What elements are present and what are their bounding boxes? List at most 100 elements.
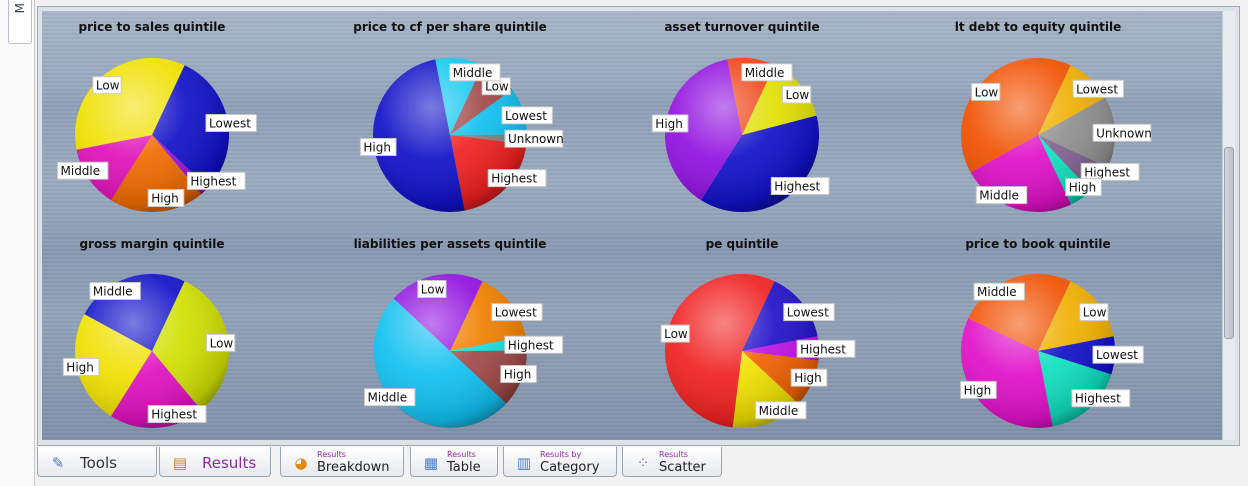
tab-results[interactable]: ▤ Results <box>159 447 271 477</box>
pie-title: asset turnover quintile <box>664 20 819 34</box>
tab-results-table[interactable]: ▦ Results Table <box>410 447 498 477</box>
tab-results-label: Results <box>202 454 257 472</box>
tab-category-small-label: Results by <box>540 450 582 459</box>
wrench-icon: ✎ <box>51 454 65 472</box>
pie-chart-8: price to book quintile Low Lowest Highest Hi… <box>960 237 1144 429</box>
slice-label: Middle <box>973 282 1025 301</box>
table-icon: ▦ <box>423 454 439 472</box>
slice-label-text: Lowest <box>1076 82 1118 96</box>
slice-label: Middle <box>449 63 501 82</box>
pie-chart-2: price to cf per share quintile Low Lowest U… <box>353 20 564 213</box>
slice-label: Highest <box>770 177 830 195</box>
slice-label: Unknown <box>504 129 564 148</box>
left-panel-tab[interactable]: M <box>8 0 32 44</box>
slice-label-text: High <box>794 371 822 385</box>
slice-label-text: High <box>964 383 992 397</box>
slice-label-text: Lowest <box>1096 348 1138 362</box>
slice-label: Middle <box>89 282 141 300</box>
slice-label: Low <box>660 324 690 343</box>
slice-label: Middle <box>364 388 416 407</box>
slice-label-text: High <box>504 368 532 382</box>
slice-label-text: High <box>1069 181 1097 195</box>
slice-label: Highest <box>504 335 564 354</box>
slice-label-text: High <box>151 192 179 206</box>
scrollbar-thumb[interactable] <box>1224 147 1234 339</box>
tab-tools[interactable]: ✎ Tools <box>37 447 157 477</box>
vertical-scrollbar[interactable] <box>1222 11 1235 440</box>
slice-label: Highest <box>1080 162 1140 181</box>
slice-label-text: Middle <box>368 391 408 405</box>
pie-title: pe quintile <box>706 237 779 251</box>
tab-results-by-category[interactable]: ▥ Results by Category <box>503 447 617 477</box>
slice-label: High <box>651 114 689 133</box>
slice-label-text: Lowest <box>787 306 829 320</box>
slice-label-text: Unknown <box>508 132 564 146</box>
slice-label-text: Middle <box>977 285 1017 299</box>
slice-label: Lowest <box>783 303 835 322</box>
tab-results-breakdown[interactable]: ◕ Results Breakdown <box>280 447 404 477</box>
slice-label: Lowest <box>501 106 553 125</box>
scatter-icon: ⁘ <box>636 454 650 472</box>
tab-table-label: Table <box>447 460 481 475</box>
slice-label-text: Middle <box>745 66 785 80</box>
slice-label: Highest <box>1071 389 1131 408</box>
slice-label: Low <box>971 82 1001 101</box>
slice-label: Low <box>417 280 447 298</box>
slice-label: High <box>62 357 100 376</box>
pie-title: price to book quintile <box>965 237 1110 251</box>
slice-label-text: Highest <box>491 172 537 186</box>
slice-label: Lowest <box>491 303 543 322</box>
slice-label-text: Highest <box>1075 392 1121 406</box>
tab-category-label: Category <box>540 460 600 475</box>
slice-label-text: Middle <box>759 404 799 418</box>
slice-label: Lowest <box>1072 79 1124 98</box>
pie-chart-icon: ◕ <box>294 454 308 472</box>
pie-title: gross margin quintile <box>79 237 224 251</box>
slice-label: Low <box>1079 303 1109 322</box>
results-panel: price to sales quintile Lowest Highest High… <box>37 6 1240 446</box>
tab-scatter-small-label: Results <box>659 450 688 459</box>
slice-label-text: Low <box>664 327 688 341</box>
slice-label: Highest <box>186 171 246 190</box>
tab-scatter-label: Scatter <box>659 460 706 475</box>
slice-label: Middle <box>755 401 807 420</box>
pie-chart-5: gross margin quintile Low Highest High Middl… <box>62 237 236 429</box>
slice-label-text: Unknown <box>1096 126 1152 140</box>
pie-chart-4: lt debt to equity quintile Lowest Unknown H… <box>955 20 1152 213</box>
slice-label: Middle <box>57 161 109 180</box>
slice-label: Middle <box>741 63 793 82</box>
slice-label-text: Middle <box>93 285 133 299</box>
slice-label-text: Highest <box>190 174 236 188</box>
slice-label-text: High <box>363 141 391 155</box>
slice-label-text: Highest <box>1084 165 1130 179</box>
results-icon: ▤ <box>172 454 188 472</box>
slice-label-text: High <box>66 360 94 374</box>
slice-label-text: Low <box>1083 306 1107 320</box>
slice-label: High <box>147 189 185 207</box>
slice-label-text: Highest <box>151 408 197 422</box>
chart-area: price to sales quintile Lowest Highest High… <box>42 11 1223 440</box>
pie-charts-grid: price to sales quintile Lowest Highest High… <box>57 20 1152 429</box>
slice-label-text: Low <box>96 79 120 93</box>
left-strip: M <box>0 0 35 486</box>
tab-results-scatter[interactable]: ⁘ Results Scatter <box>622 447 722 477</box>
slice-label: Highest <box>147 405 207 423</box>
left-panel-tab-label: M <box>13 3 27 14</box>
slice-label: Highest <box>796 339 856 358</box>
bottom-tab-bar: ✎ Tools ▤ Results ◕ Results Breakdown ▦ … <box>37 445 1238 481</box>
slice-label: Unknown <box>1092 123 1152 142</box>
slice-label: Highest <box>487 169 547 188</box>
pie-chart-3: asset turnover quintile Low Highest High Mid… <box>651 20 830 213</box>
slice-label-text: Middle <box>61 164 101 178</box>
slice-label-text: Low <box>210 336 234 350</box>
slice-label-text: Lowest <box>209 117 251 131</box>
slice-label-text: Highest <box>774 180 820 194</box>
slice-label-text: Lowest <box>505 109 547 123</box>
pie-title: price to cf per share quintile <box>353 20 546 34</box>
slice-label-text: Low <box>421 283 445 297</box>
slice-label-text: Highest <box>800 342 846 356</box>
tab-tools-label: Tools <box>80 454 117 472</box>
pie-title: lt debt to equity quintile <box>955 20 1121 34</box>
slice-label: High <box>359 138 397 156</box>
slice-label-text: Highest <box>508 338 554 352</box>
